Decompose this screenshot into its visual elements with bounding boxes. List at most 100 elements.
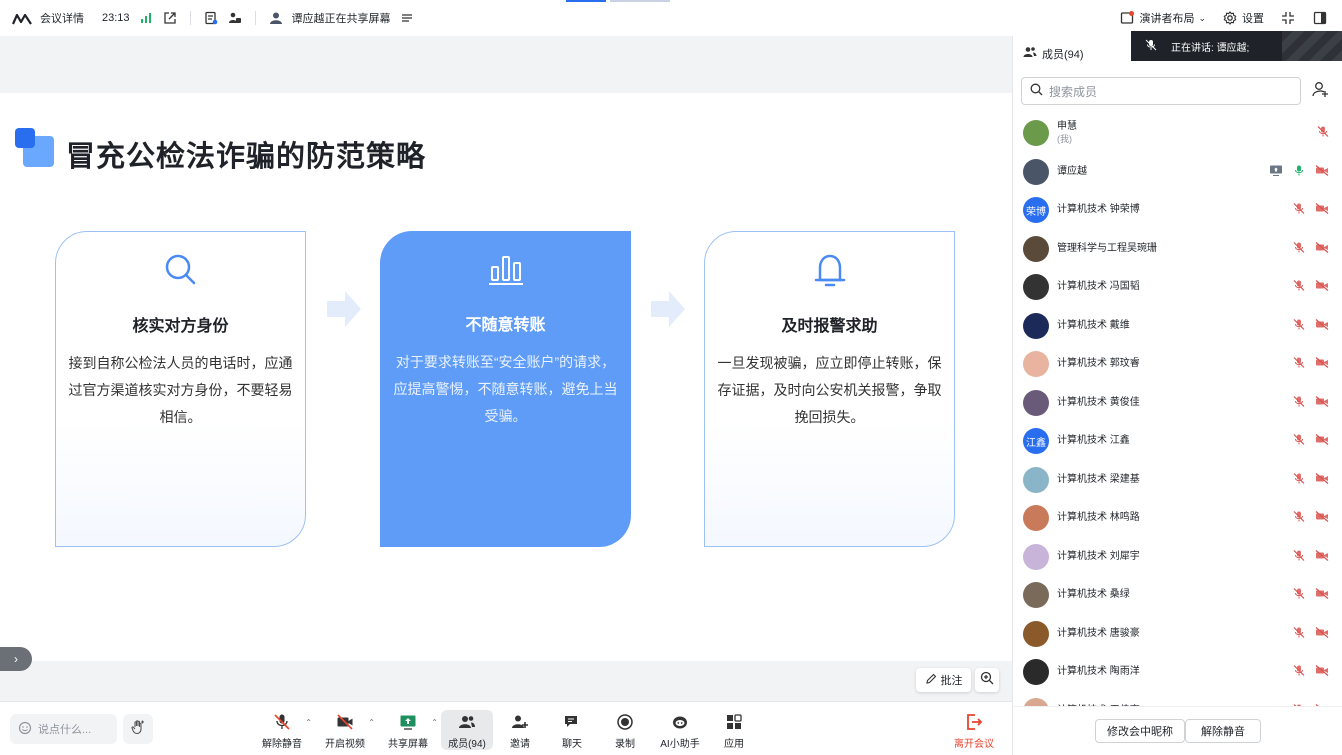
video-off-icon[interactable] bbox=[1315, 280, 1329, 295]
video-off-icon[interactable] bbox=[1315, 588, 1329, 603]
caret-up-icon[interactable]: ⌃ bbox=[305, 718, 312, 727]
member-row[interactable]: 计算机技术 梁建基 bbox=[1013, 461, 1342, 500]
mic-on-icon[interactable] bbox=[1293, 164, 1305, 179]
chevron-down-icon: ⌄ bbox=[1198, 12, 1206, 23]
member-row[interactable]: 计算机技术 戴维 bbox=[1013, 307, 1342, 346]
mic-muted-icon[interactable] bbox=[1293, 665, 1305, 680]
member-row[interactable]: 计算机技术 黄俊佳 bbox=[1013, 384, 1342, 423]
unmute-button[interactable]: 解除静音 ⌃ bbox=[256, 710, 312, 750]
chevron-right-icon: › bbox=[14, 652, 18, 666]
avatar: 荣博 bbox=[1023, 197, 1049, 224]
mic-muted-icon[interactable] bbox=[1293, 434, 1305, 449]
expand-thumbnails-button[interactable]: › bbox=[0, 647, 32, 671]
member-name-block: 计算机技术 钟荣博 bbox=[1057, 204, 1140, 216]
meeting-details-link[interactable]: 会议详情 bbox=[40, 10, 84, 26]
member-row[interactable]: 计算机技术 冯国韬 bbox=[1013, 268, 1342, 307]
presenter-icon bbox=[268, 10, 284, 26]
member-row[interactable]: 计算机技术 王佳奕 bbox=[1013, 692, 1342, 706]
member-row[interactable]: 管理科学与工程吴琬珊 bbox=[1013, 230, 1342, 269]
mic-muted-icon[interactable] bbox=[1293, 241, 1305, 256]
video-off-icon[interactable] bbox=[1315, 164, 1329, 179]
security-icon[interactable] bbox=[227, 10, 243, 26]
sidebar-toggle-icon[interactable] bbox=[1312, 10, 1328, 26]
rename-button[interactable]: 修改会中昵称 bbox=[1095, 719, 1185, 743]
invite-button[interactable]: 邀请 bbox=[494, 710, 546, 750]
avatar bbox=[1023, 274, 1049, 301]
tool-label: 邀请 bbox=[510, 739, 530, 750]
video-off-icon[interactable] bbox=[1315, 665, 1329, 680]
slide-title: 冒充公检法诈骗的防范策略 bbox=[66, 139, 427, 173]
sharing-status: 谭应越正在共享屏幕 bbox=[291, 13, 391, 25]
search-placeholder: 搜索成员 bbox=[1049, 84, 1098, 99]
mic-muted-icon[interactable] bbox=[1293, 203, 1305, 218]
annotate-button[interactable]: 批注 bbox=[916, 668, 971, 692]
layout-menu[interactable]: 演讲者布局 ⌄ bbox=[1119, 10, 1206, 26]
member-row[interactable]: 谭应越 bbox=[1013, 153, 1342, 192]
member-row[interactable]: 荣博 计算机技术 钟荣博 bbox=[1013, 191, 1342, 230]
ai-assistant-button[interactable]: AI小助手 bbox=[654, 710, 706, 750]
avatar bbox=[1023, 312, 1049, 339]
leave-meeting-button[interactable]: 离开会议 bbox=[948, 710, 1000, 750]
hand-icon bbox=[130, 719, 146, 740]
record-button[interactable]: 录制 bbox=[599, 710, 651, 750]
mic-muted-icon[interactable] bbox=[1293, 588, 1305, 603]
video-off-icon[interactable] bbox=[1315, 357, 1329, 372]
video-off-icon[interactable] bbox=[1315, 241, 1329, 256]
video-off-icon[interactable] bbox=[1315, 318, 1329, 333]
apps-button[interactable]: 应用 bbox=[708, 710, 760, 750]
unmute-all-button[interactable]: 解除静音 bbox=[1185, 719, 1261, 743]
members-button[interactable]: 成员(94) bbox=[441, 710, 493, 750]
share-screen-button[interactable]: 共享屏幕 ⌃ bbox=[382, 710, 438, 750]
member-status-icons bbox=[1293, 434, 1329, 449]
caret-up-icon[interactable]: ⌃ bbox=[368, 718, 375, 727]
mic-muted-icon[interactable] bbox=[1293, 626, 1305, 641]
member-row[interactable]: 计算机技术 刘犀宇 bbox=[1013, 538, 1342, 577]
start-video-button[interactable]: 开启视频 ⌃ bbox=[319, 710, 375, 750]
member-row[interactable]: 计算机技术 郭玟睿 bbox=[1013, 345, 1342, 384]
list-icon[interactable] bbox=[399, 10, 415, 26]
member-row[interactable]: 计算机技术 林鸣路 bbox=[1013, 499, 1342, 538]
collapse-icon[interactable] bbox=[1280, 10, 1296, 26]
member-row[interactable]: 计算机技术 陶雨洋 bbox=[1013, 653, 1342, 692]
member-row[interactable]: 计算机技术 桑绿 bbox=[1013, 576, 1342, 615]
video-off-icon[interactable] bbox=[1315, 203, 1329, 218]
video-off-icon[interactable] bbox=[1315, 472, 1329, 487]
mic-muted-icon[interactable] bbox=[1293, 395, 1305, 410]
video-off-icon[interactable] bbox=[1315, 395, 1329, 410]
member-name: 计算机技术 唐骏豪 bbox=[1057, 627, 1140, 639]
settings-button[interactable]: 设置 bbox=[1222, 10, 1264, 26]
avatar bbox=[1023, 235, 1049, 262]
mic-muted-icon[interactable] bbox=[1293, 318, 1305, 333]
exit-icon bbox=[964, 712, 984, 732]
avatar bbox=[1023, 158, 1049, 185]
video-off-icon[interactable] bbox=[1315, 626, 1329, 641]
video-off-icon[interactable] bbox=[1315, 434, 1329, 449]
avatar bbox=[1023, 389, 1049, 416]
mic-muted-icon[interactable] bbox=[1317, 126, 1329, 141]
mic-muted-icon[interactable] bbox=[1293, 280, 1305, 295]
quick-chat-input[interactable]: 说点什么... bbox=[10, 714, 117, 744]
notes-icon[interactable] bbox=[203, 10, 219, 26]
add-user-icon bbox=[1311, 80, 1329, 103]
pen-icon bbox=[925, 673, 937, 688]
mic-muted-icon[interactable] bbox=[1293, 549, 1305, 564]
raise-hand-button[interactable] bbox=[123, 714, 153, 744]
member-search-input[interactable]: 搜索成员 bbox=[1021, 77, 1301, 105]
video-off-icon[interactable] bbox=[1315, 549, 1329, 564]
mic-muted-icon[interactable] bbox=[1293, 357, 1305, 372]
member-row[interactable]: 计算机技术 唐骏豪 bbox=[1013, 615, 1342, 654]
chat-button[interactable]: 聊天 bbox=[546, 710, 598, 750]
popout-icon[interactable] bbox=[162, 10, 178, 26]
member-name-block: 计算机技术 江鑫 bbox=[1057, 435, 1130, 447]
members-icon bbox=[1023, 45, 1037, 62]
signal-icon[interactable] bbox=[138, 10, 154, 26]
video-off-icon[interactable] bbox=[1315, 511, 1329, 526]
mic-muted-icon[interactable] bbox=[1293, 472, 1305, 487]
member-row[interactable]: 申慧 (我) bbox=[1013, 114, 1342, 153]
caret-up-icon[interactable]: ⌃ bbox=[431, 718, 438, 727]
add-member-button[interactable] bbox=[1307, 78, 1333, 104]
member-status-icons bbox=[1293, 665, 1329, 680]
zoom-button[interactable] bbox=[975, 668, 999, 692]
mic-muted-icon[interactable] bbox=[1293, 511, 1305, 526]
member-row[interactable]: 江鑫 计算机技术 江鑫 bbox=[1013, 422, 1342, 461]
